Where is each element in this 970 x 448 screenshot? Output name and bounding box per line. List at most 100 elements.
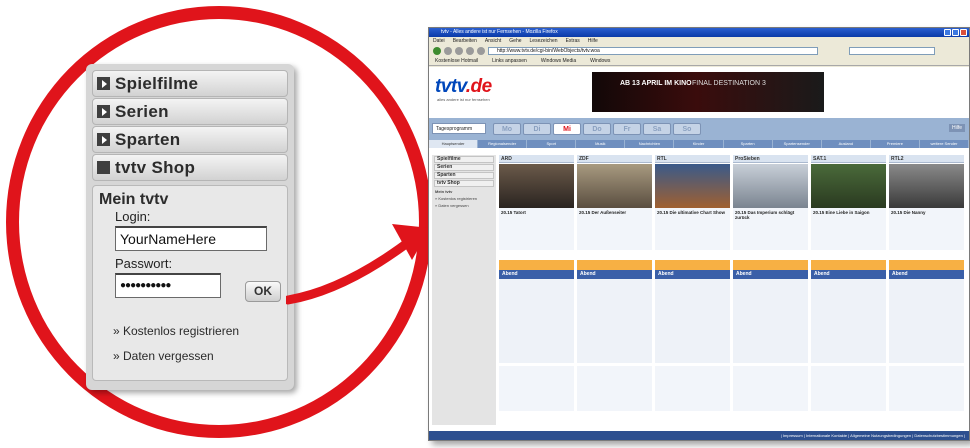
program-image[interactable] [733, 164, 808, 208]
night-program-list [577, 366, 652, 411]
program-image[interactable] [577, 164, 652, 208]
password-label: Passwort: [115, 256, 173, 271]
day-tab-mi[interactable]: Mi [553, 123, 581, 135]
menu-hilfe[interactable]: Hilfe [588, 37, 598, 45]
channel-name[interactable]: ProSieben [733, 155, 808, 163]
day-tab-di[interactable]: Di [523, 123, 551, 135]
close-icon[interactable] [960, 29, 967, 36]
tab-sparten[interactable]: Sparten [724, 140, 773, 148]
tab-musik[interactable]: Musik [576, 140, 626, 148]
channel-name[interactable]: ARD [499, 155, 574, 163]
night-program-list [499, 366, 574, 411]
channel-name[interactable]: SAT.1 [811, 155, 886, 163]
tab-sport[interactable]: Sport [527, 140, 577, 148]
tvtv-logo[interactable]: tvtv.de [435, 76, 492, 98]
menu-item-tvtv-shop[interactable]: tvtv Shop [92, 154, 288, 181]
slogan: alles andere ist nur fernsehen [437, 97, 490, 102]
window-title: tvtv - Alles andere ist nur Fernsehen - … [441, 29, 558, 35]
forgot-data-link[interactable]: » Daten vergessen [113, 349, 214, 363]
banner-title: FINAL DESTINATION 3 [692, 80, 766, 87]
program-title[interactable]: 20.15 Der Außenseiter [577, 208, 652, 250]
login-label: Login: [115, 209, 151, 224]
sidebar-item-serien[interactable]: Serien [434, 164, 494, 171]
menu-ansicht[interactable]: Ansicht [485, 37, 501, 45]
day-tab-sa[interactable]: Sa [643, 123, 671, 135]
menu-datei[interactable]: Datei [433, 37, 445, 45]
sidebar-item-shop[interactable]: tvtv Shop [434, 180, 494, 187]
ok-button[interactable]: OK [245, 281, 281, 302]
sidebar-item-spielfilme[interactable]: Spielfilme [434, 156, 494, 163]
menu-extras[interactable]: Extras [566, 37, 580, 45]
night-program-list [811, 366, 886, 411]
password-input[interactable]: ●●●●●●●●●● [115, 273, 221, 298]
tab-kinder[interactable]: Kinder [674, 140, 724, 148]
sidebar-item-sparten[interactable]: Sparten [434, 172, 494, 179]
bookmark-item[interactable]: Links anpassen [492, 57, 527, 65]
tv-program-grid: ARD 20.15 Tatort Abend ZDF 20.15 Der Auß… [499, 155, 967, 425]
menu-item-sparten[interactable]: Sparten [92, 126, 288, 153]
vorabend-strip [577, 260, 652, 270]
menu-item-spielfilme[interactable]: Spielfilme [92, 70, 288, 97]
tab-hauptsender[interactable]: Hauptsender [429, 140, 479, 148]
menu-lesezeichen[interactable]: Lesezeichen [530, 37, 558, 45]
channel-name[interactable]: RTL2 [889, 155, 964, 163]
mein-tvtv-login-panel: Mein tvtv Login: YourNameHere Passwort: … [92, 185, 288, 381]
tab-regionalsender[interactable]: Regionalsender [478, 140, 528, 148]
menu-gehe[interactable]: Gehe [509, 37, 521, 45]
tab-ausland[interactable]: Ausland [822, 140, 871, 148]
channel-name[interactable]: RTL [655, 155, 730, 163]
bookmark-item[interactable]: Kostenlose Hotmail [435, 57, 478, 65]
menu-bearbeiten[interactable]: Bearbeiten [453, 37, 477, 45]
stop-icon[interactable] [466, 47, 474, 55]
day-tab-so[interactable]: So [673, 123, 701, 135]
address-bar[interactable]: http://www.tvtv.de/cgi-bin/WebObjects/tv… [488, 47, 818, 55]
ad-banner[interactable]: AB 13 APRIL IM KINO FINAL DESTINATION 3 [592, 72, 824, 112]
sidebar-register-link[interactable]: » Kostenlos registrieren [435, 196, 493, 201]
bookmark-item[interactable]: Windows Media [541, 57, 576, 65]
evening-program-list [811, 279, 886, 363]
pointer-arrow-icon [286, 224, 430, 305]
tab-nachrichten[interactable]: Nachrichten [625, 140, 675, 148]
window-controls [944, 29, 967, 36]
home-icon[interactable] [477, 47, 485, 55]
day-tab-mo[interactable]: Mo [493, 123, 521, 135]
vorabend-strip [889, 260, 964, 270]
tab-weitere-sender[interactable]: weitere Sender [920, 140, 969, 148]
maximize-icon[interactable] [952, 29, 959, 36]
reload-icon[interactable] [455, 47, 463, 55]
search-input[interactable] [849, 47, 935, 55]
program-title[interactable]: 20.15 Eine Liebe in Saigon [811, 208, 886, 250]
tab-spartensender[interactable]: Spartensender [773, 140, 822, 148]
day-tab-do[interactable]: Do [583, 123, 611, 135]
program-title[interactable]: 20.15 Die Nanny [889, 208, 964, 250]
program-title[interactable]: 20.15 Das Imperium schlägt zurück [733, 208, 808, 250]
sidebar-forgot-link[interactable]: » Daten vergessen [435, 203, 493, 208]
evening-program-list [655, 279, 730, 363]
minimize-icon[interactable] [944, 29, 951, 36]
day-tab-fr[interactable]: Fr [613, 123, 641, 135]
evening-program-list [889, 279, 964, 363]
login-input[interactable]: YourNameHere [115, 226, 267, 251]
register-link[interactable]: » Kostenlos registrieren [113, 324, 239, 338]
program-title[interactable]: 20.15 Tatort [499, 208, 574, 250]
channel-name[interactable]: ZDF [577, 155, 652, 163]
page-footer[interactable]: | Impressum | Internationale Kontakte | … [429, 431, 969, 440]
back-icon[interactable] [433, 47, 441, 55]
channel-category-tabs: Hauptsender Regionalsender Sport Musik N… [429, 140, 969, 148]
program-image[interactable] [655, 164, 730, 208]
forward-icon[interactable] [444, 47, 452, 55]
menu-item-label: Sparten [115, 129, 181, 149]
bookmark-item[interactable]: Windows [590, 57, 610, 65]
program-image[interactable] [889, 164, 964, 208]
night-program-list [889, 366, 964, 411]
abend-header: Abend [733, 270, 808, 279]
arrow-bullet-icon [97, 133, 110, 146]
menu-item-serien[interactable]: Serien [92, 98, 288, 125]
program-title[interactable]: 20.15 Die ultimative Chart Show [655, 208, 730, 250]
help-button[interactable]: Hilfe [948, 124, 965, 132]
tagesprogramm-select[interactable]: Tagesprogramm [432, 123, 486, 134]
night-program-list [655, 366, 730, 411]
tab-premiere[interactable]: Premiere [871, 140, 920, 148]
program-image[interactable] [811, 164, 886, 208]
program-image[interactable] [499, 164, 574, 208]
